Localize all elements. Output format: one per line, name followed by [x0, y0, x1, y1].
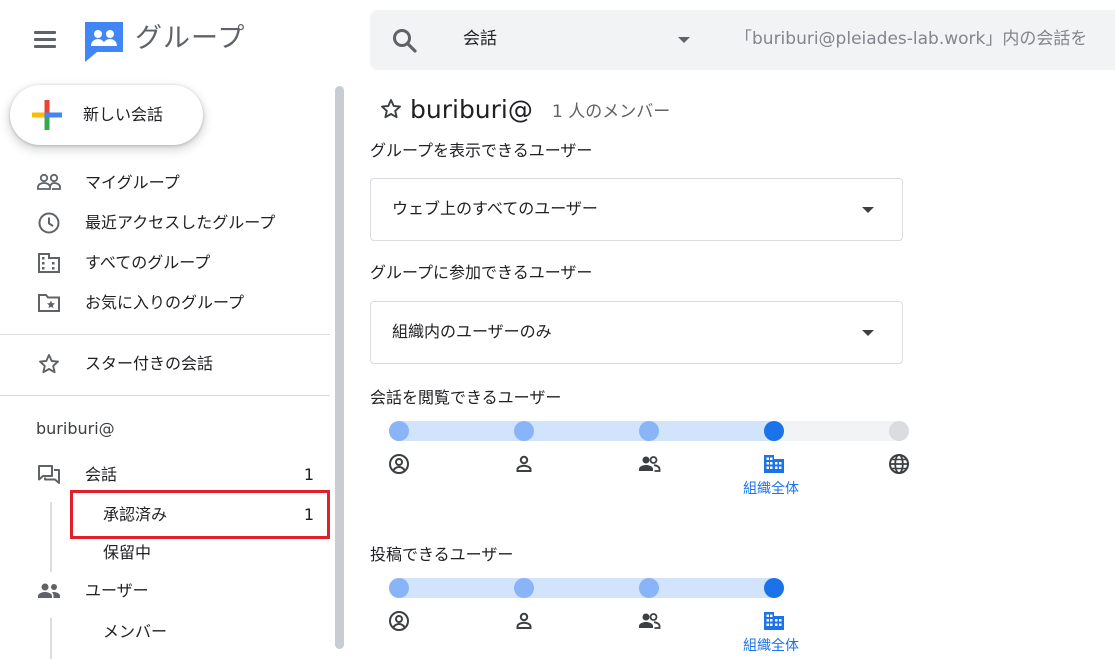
- nav-label: お気に入りのグループ: [85, 293, 245, 312]
- account-circle-icon[interactable]: [387, 452, 411, 476]
- globe-icon[interactable]: [887, 452, 911, 476]
- view-conversations-label: 会話を閲覧できるユーザー: [370, 388, 562, 407]
- post-level-4-dot[interactable]: [764, 578, 784, 598]
- view-conversations-level-3-dot[interactable]: [639, 421, 659, 441]
- divider: [0, 395, 330, 396]
- nav-label: ユーザー: [85, 581, 149, 600]
- star-icon: [36, 352, 62, 376]
- building-icon: [36, 251, 62, 275]
- post-caption: 組織全体: [743, 638, 799, 654]
- domain-icon[interactable]: [762, 609, 786, 633]
- people-icon[interactable]: [637, 452, 661, 476]
- view-conversations-track-active: [389, 421, 784, 441]
- people-outline-icon: [36, 171, 62, 195]
- nav-label: すべてのグループ: [85, 253, 211, 272]
- nav-label: 保留中: [103, 543, 152, 562]
- domain-icon[interactable]: [762, 452, 786, 476]
- join-group-value: 組織内のユーザーのみ: [392, 322, 552, 341]
- group-title: buriburi@: [410, 95, 533, 124]
- tree-line: [50, 502, 52, 572]
- nav-label: メンバー: [103, 622, 168, 641]
- people-icon: [36, 579, 62, 603]
- star-folder-icon: [36, 291, 62, 315]
- groups-logo-icon: [82, 19, 126, 63]
- nav-all-groups[interactable]: すべてのグループ: [0, 243, 330, 283]
- header: グループ 会話 「buriburi@pleiades-lab.work」内の会話…: [0, 0, 1115, 80]
- nav-recent-groups[interactable]: 最近アクセスしたグループ: [0, 203, 330, 243]
- group-name-label: buriburi@: [36, 419, 115, 438]
- nav-members[interactable]: メンバー: [70, 614, 330, 650]
- nav-conversations[interactable]: 会話 1: [0, 455, 330, 495]
- dropdown-caret-icon[interactable]: [678, 37, 690, 43]
- nav-pending[interactable]: 保留中: [70, 535, 330, 571]
- post-level-3-dot[interactable]: [639, 578, 659, 598]
- view-group-label: グループを表示できるユーザー: [370, 141, 593, 160]
- nav-starred-conversations[interactable]: スター付きの会話: [0, 344, 330, 384]
- nav-label: スター付きの会話: [85, 354, 214, 373]
- account-circle-icon[interactable]: [387, 609, 411, 633]
- conversation-count: 1: [303, 465, 314, 484]
- app-title: グループ: [135, 23, 246, 54]
- dropdown-caret-icon: [862, 330, 874, 336]
- star-icon: [381, 99, 401, 119]
- tree-line: [50, 618, 52, 659]
- view-conversations-level-4-dot[interactable]: [764, 421, 784, 441]
- search-input[interactable]: 「buriburi@pleiades-lab.work」内の会話を: [735, 26, 1087, 52]
- join-group-label: グループに参加できるユーザー: [370, 263, 593, 282]
- new-conversation-label: 新しい会話: [83, 105, 164, 124]
- view-conversations-level-5-dot[interactable]: [889, 421, 909, 441]
- post-label: 投稿できるユーザー: [370, 545, 514, 564]
- search-icon[interactable]: [390, 26, 420, 56]
- new-conversation-button[interactable]: 新しい会話: [10, 85, 203, 145]
- nav-my-groups[interactable]: マイグループ: [0, 163, 330, 203]
- people-icon[interactable]: [637, 609, 661, 633]
- nav-label: 会話: [85, 465, 118, 484]
- dropdown-caret-icon: [862, 207, 874, 213]
- person-icon[interactable]: [512, 609, 536, 633]
- view-conversations-caption: 組織全体: [743, 481, 799, 497]
- member-count: 1 人のメンバー: [552, 102, 671, 122]
- plus-icon: [32, 100, 62, 130]
- clock-icon: [36, 211, 62, 235]
- join-group-select[interactable]: 組織内のユーザーのみ: [370, 301, 903, 364]
- forum-icon: [36, 463, 62, 487]
- highlight-box: [70, 490, 330, 539]
- nav-label: マイグループ: [85, 173, 180, 192]
- nav-favorite-groups[interactable]: お気に入りのグループ: [0, 283, 330, 323]
- star-group-button[interactable]: [378, 97, 404, 123]
- view-group-value: ウェブ上のすべてのユーザー: [392, 199, 598, 218]
- view-group-select[interactable]: ウェブ上のすべてのユーザー: [370, 178, 903, 241]
- view-conversations-level-2-dot[interactable]: [514, 421, 534, 441]
- post-level-2-dot[interactable]: [514, 578, 534, 598]
- post-track-active: [389, 578, 784, 598]
- post-level-1-dot[interactable]: [389, 578, 409, 598]
- main-menu-button[interactable]: [30, 26, 60, 54]
- menu-icon: [34, 31, 56, 34]
- nav-users[interactable]: ユーザー: [0, 571, 330, 611]
- person-icon[interactable]: [512, 452, 536, 476]
- nav-label: 最近アクセスしたグループ: [85, 213, 276, 232]
- divider: [0, 334, 330, 335]
- view-conversations-level-1-dot[interactable]: [389, 421, 409, 441]
- sidebar-scrollbar[interactable]: [335, 86, 344, 649]
- search-scope-select[interactable]: 会話: [463, 26, 497, 52]
